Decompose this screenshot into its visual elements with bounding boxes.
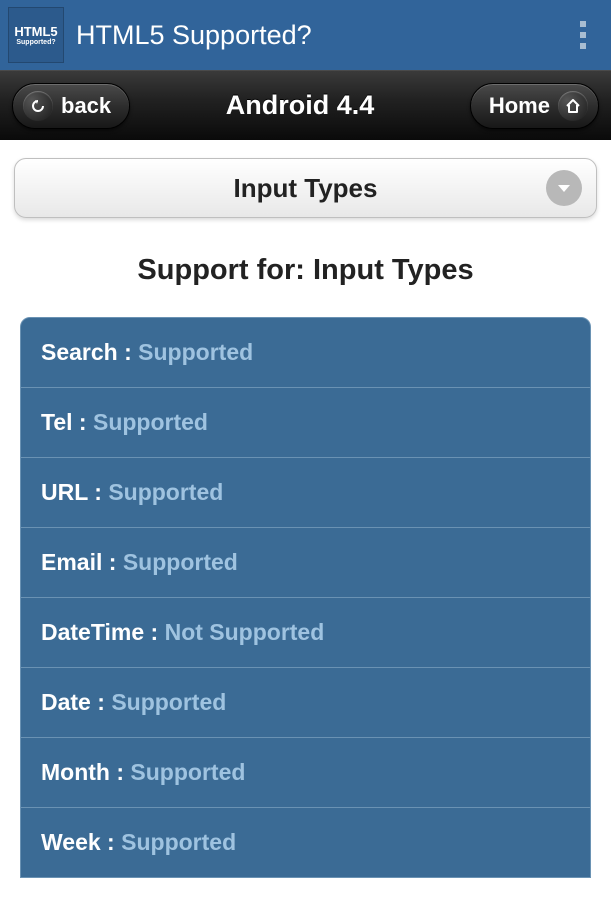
result-row: DateTime : Not Supported xyxy=(21,598,590,668)
dropdown-label: Input Types xyxy=(234,173,378,204)
home-label: Home xyxy=(489,93,550,119)
results-panel: Search : Supported Tel : Supported URL :… xyxy=(20,317,591,878)
result-label: Date xyxy=(41,689,91,715)
dot-icon xyxy=(580,32,586,38)
result-label: Month xyxy=(41,759,110,785)
result-row: Search : Supported xyxy=(21,318,590,388)
dot-icon xyxy=(580,43,586,49)
result-label: Search xyxy=(41,339,118,365)
back-label: back xyxy=(61,93,111,119)
category-dropdown[interactable]: Input Types xyxy=(14,158,597,218)
result-row: Month : Supported xyxy=(21,738,590,808)
result-row: Week : Supported xyxy=(21,808,590,877)
result-value: Supported xyxy=(130,759,245,785)
app-header: HTML5 Supported? HTML5 Supported? xyxy=(0,0,611,70)
section-title: Support for: Input Types xyxy=(0,254,611,287)
result-label: URL xyxy=(41,479,88,505)
result-label: DateTime xyxy=(41,619,144,645)
dot-icon xyxy=(580,21,586,27)
home-icon xyxy=(558,91,588,121)
result-label: Tel xyxy=(41,409,73,435)
result-value: Supported xyxy=(93,409,208,435)
logo-text-1: HTML5 xyxy=(14,24,57,39)
result-value: Supported xyxy=(111,689,226,715)
result-row: URL : Supported xyxy=(21,458,590,528)
overflow-menu-button[interactable] xyxy=(563,10,603,60)
content-area: Input Types Support for: Input Types Sea… xyxy=(0,158,611,878)
toolbar: back Android 4.4 Home xyxy=(0,70,611,140)
result-label: Week xyxy=(41,829,101,855)
result-row: Date : Supported xyxy=(21,668,590,738)
result-value: Supported xyxy=(108,479,223,505)
result-value: Supported xyxy=(123,549,238,575)
result-value: Not Supported xyxy=(165,619,325,645)
back-button[interactable]: back xyxy=(12,83,130,129)
chevron-down-icon xyxy=(546,170,582,206)
result-row: Tel : Supported xyxy=(21,388,590,458)
result-value: Supported xyxy=(138,339,253,365)
app-logo: HTML5 Supported? xyxy=(8,7,64,63)
toolbar-title: Android 4.4 xyxy=(226,90,375,121)
result-row: Email : Supported xyxy=(21,528,590,598)
result-value: Supported xyxy=(121,829,236,855)
back-icon xyxy=(23,91,53,121)
app-title: HTML5 Supported? xyxy=(76,20,312,51)
result-label: Email xyxy=(41,549,102,575)
logo-text-2: Supported? xyxy=(16,39,55,46)
home-button[interactable]: Home xyxy=(470,83,599,129)
